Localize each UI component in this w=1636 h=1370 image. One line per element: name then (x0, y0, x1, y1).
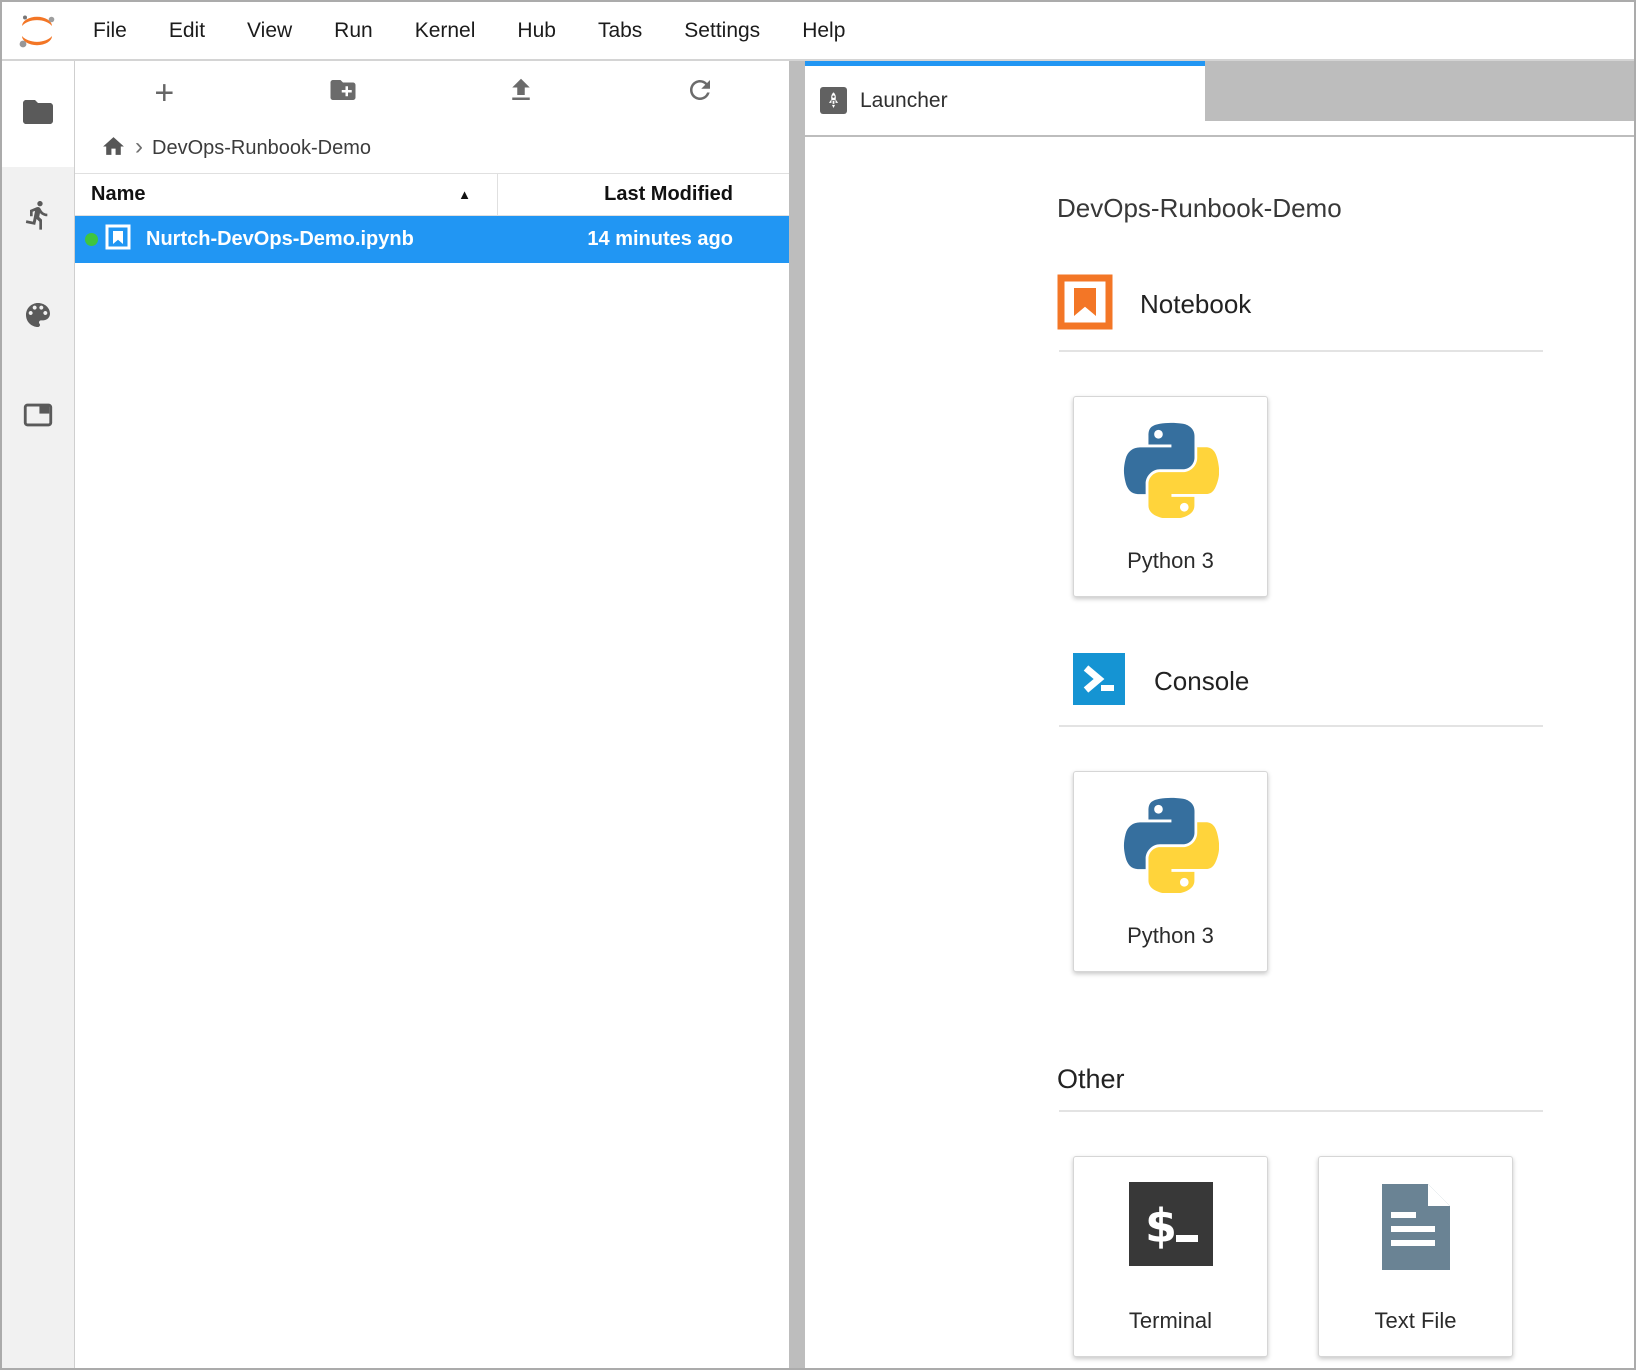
file-last-modified: 14 minutes ago (587, 228, 789, 251)
file-name: Nurtch-DevOps-Demo.ipynb (146, 228, 587, 251)
svg-text:$: $ (1145, 1199, 1177, 1253)
menu-view[interactable]: View (226, 19, 313, 43)
new-launcher-button[interactable]: + (75, 61, 254, 124)
launcher-cwd-title: DevOps-Runbook-Demo (1057, 193, 1634, 224)
jupyter-logo-icon (14, 10, 60, 52)
breadcrumb-current-folder[interactable]: DevOps-Runbook-Demo (152, 137, 371, 160)
launcher-rocket-icon (820, 87, 847, 114)
launcher-card-notebook-python3[interactable]: Python 3 (1073, 396, 1268, 597)
activity-bar (2, 61, 75, 1368)
jupyterlab-window: File Edit View Run Kernel Hub Tabs Setti… (0, 0, 1636, 1370)
launcher-card-text-file[interactable]: Text File (1318, 1156, 1513, 1357)
section-other-label: Other (1057, 1064, 1634, 1095)
menu-tabs[interactable]: Tabs (577, 19, 663, 43)
new-folder-icon (328, 75, 358, 110)
sort-ascending-icon: ▲ (458, 187, 471, 202)
launcher-card-terminal[interactable]: $ Terminal (1073, 1156, 1268, 1357)
sidebar-tab-running[interactable] (2, 167, 74, 267)
console-icon (1073, 653, 1125, 710)
main-dock-panel: Launcher DevOps-Runbook-Demo Notebook (805, 61, 1634, 1368)
card-label: Python 3 (1127, 548, 1214, 574)
file-browser-toolbar: + (75, 61, 789, 124)
palette-icon (22, 299, 54, 336)
tabs-icon (21, 398, 55, 437)
column-header-last-modified[interactable]: Last Modified (498, 183, 789, 206)
menu-hub[interactable]: Hub (496, 19, 577, 43)
folder-icon (20, 94, 56, 135)
section-divider (1059, 350, 1543, 352)
file-list-header: Name ▲ Last Modified (75, 173, 789, 216)
card-label: Python 3 (1127, 923, 1214, 949)
file-row-selected[interactable]: Nurtch-DevOps-Demo.ipynb 14 minutes ago (75, 216, 789, 263)
column-header-name[interactable]: Name ▲ (75, 174, 498, 215)
section-notebook-header: Notebook (1057, 274, 1634, 335)
notebook-file-icon (105, 224, 131, 256)
name-column-label: Name (91, 183, 145, 206)
python-logo-icon (1123, 422, 1219, 523)
breadcrumb-separator: › (135, 135, 143, 163)
upload-button[interactable] (432, 61, 611, 124)
launcher-card-console-python3[interactable]: Python 3 (1073, 771, 1268, 972)
menu-run[interactable]: Run (313, 19, 394, 43)
card-label: Text File (1375, 1308, 1457, 1334)
notebook-icon (1057, 274, 1113, 335)
section-console-label: Console (1154, 666, 1249, 697)
running-man-icon (22, 199, 54, 236)
menu-items: File Edit View Run Kernel Hub Tabs Setti… (72, 19, 866, 43)
menu-help[interactable]: Help (781, 19, 866, 43)
launcher-panel: DevOps-Runbook-Demo Notebook (805, 137, 1634, 1368)
breadcrumb: › DevOps-Runbook-Demo (75, 124, 789, 173)
sidebar-tab-commands[interactable] (2, 267, 74, 367)
tab-launcher-label: Launcher (860, 89, 948, 113)
file-list-empty-area (75, 263, 789, 1368)
upload-icon (506, 75, 536, 110)
file-browser-panel: + (75, 61, 789, 1368)
menu-settings[interactable]: Settings (663, 19, 781, 43)
python-logo-icon (1123, 797, 1219, 898)
kernel-running-indicator (85, 233, 98, 246)
home-icon[interactable] (101, 134, 126, 164)
terminal-icon: $ (1129, 1182, 1213, 1271)
refresh-button[interactable] (611, 61, 790, 124)
other-cards-row: $ Terminal (1057, 1112, 1634, 1357)
sidebar-tab-open-tabs[interactable] (2, 367, 74, 467)
refresh-icon (685, 75, 715, 110)
section-notebook-label: Notebook (1140, 289, 1251, 320)
card-label: Terminal (1129, 1308, 1212, 1334)
tab-launcher[interactable]: Launcher (805, 61, 1205, 135)
panel-splitter-handle[interactable] (789, 61, 805, 1368)
plus-icon: + (154, 76, 174, 110)
menu-kernel[interactable]: Kernel (394, 19, 497, 43)
menu-bar: File Edit View Run Kernel Hub Tabs Setti… (2, 2, 1634, 61)
menu-file[interactable]: File (72, 19, 148, 43)
menu-edit[interactable]: Edit (148, 19, 226, 43)
section-divider (1059, 725, 1543, 727)
section-console-header: Console (1073, 653, 1634, 710)
sidebar-tab-files[interactable] (2, 61, 74, 167)
text-file-icon (1378, 1182, 1454, 1277)
new-folder-button[interactable] (254, 61, 433, 124)
dock-tab-bar: Launcher (805, 61, 1634, 137)
